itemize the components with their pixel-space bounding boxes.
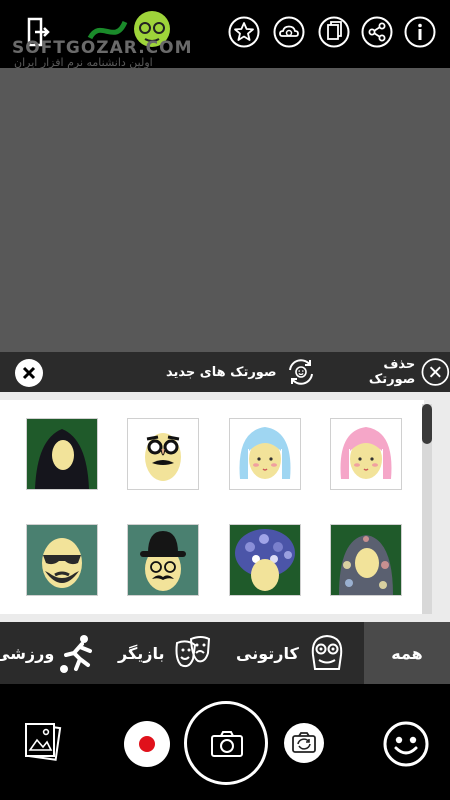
mask-bowler-hat[interactable] [127, 524, 199, 596]
sunglasses-beard-icon [27, 525, 97, 595]
remove-mask-label: حذف صورتک [368, 357, 416, 387]
bottom-controls [0, 684, 450, 800]
theater-masks-icon [175, 636, 210, 668]
flower-hair-icon [230, 525, 300, 595]
chador-face-icon [27, 419, 97, 489]
groucho-glasses-icon [128, 419, 198, 489]
top-bar: SOFTGOZAR.COM اولین دانشنامه نرم افزار ا… [0, 0, 450, 69]
capture-button[interactable] [184, 701, 268, 785]
mask-blue-hair[interactable] [229, 418, 301, 490]
category-sport-label: ورزشی [0, 643, 55, 663]
category-all-label: همه [391, 643, 423, 663]
mask-grid-panel [0, 392, 450, 622]
blue-hair-icon [230, 419, 300, 489]
gallery-icon[interactable] [22, 720, 64, 764]
bowler-hat-icon [128, 525, 198, 595]
floral-scarf-icon [331, 525, 401, 595]
remove-mask-button[interactable]: حذف صورتک [336, 356, 450, 388]
category-sport[interactable]: ورزشی [0, 622, 98, 684]
mask-groucho[interactable] [127, 418, 199, 490]
mask-sunglasses-beard[interactable] [26, 524, 98, 596]
info-icon[interactable] [404, 16, 436, 48]
camera-icon [211, 731, 243, 757]
refresh-face-icon [288, 359, 313, 385]
scrollbar-thumb[interactable] [422, 404, 432, 444]
record-button[interactable] [124, 721, 170, 767]
mask-floral-scarf[interactable] [330, 524, 402, 596]
category-all[interactable]: همه [364, 622, 450, 684]
mask-flower-hair[interactable] [229, 524, 301, 596]
pink-hair-icon [331, 419, 401, 489]
watermark: SOFTGOZAR.COM [12, 38, 193, 58]
store-icon[interactable] [318, 16, 350, 48]
mask-pink-hair[interactable] [330, 418, 402, 490]
mask-chador[interactable] [26, 418, 98, 490]
category-actor-label: بازیگر [118, 643, 165, 663]
logo-area: SOFTGOZAR.COM اولین دانشنامه نرم افزار ا… [0, 0, 230, 69]
mask-grid [0, 400, 424, 614]
new-masks-button[interactable]: صورتک های جدید [166, 356, 317, 388]
new-masks-label: صورتک های جدید [166, 364, 277, 380]
category-bar: ورزشی بازیگر کارتونی همه [0, 622, 450, 684]
camera-preview[interactable] [0, 68, 450, 352]
mask-bar: صورتک های جدید حذف صورتک [0, 352, 450, 392]
mask-grid-scrollbar[interactable] [422, 404, 432, 614]
category-cartoon-label: کارتونی [236, 643, 299, 663]
category-actor[interactable]: بازیگر [118, 622, 215, 684]
flip-camera-button[interactable] [284, 723, 324, 763]
face-masks-icon[interactable] [382, 720, 430, 768]
remove-circle-icon [421, 358, 450, 386]
cloud-icon[interactable] [273, 16, 305, 48]
share-icon[interactable] [361, 16, 393, 48]
star-icon[interactable] [228, 16, 260, 48]
record-dot-icon [139, 736, 155, 752]
close-icon [22, 366, 36, 380]
flip-camera-icon [292, 732, 316, 753]
category-cartoon[interactable]: کارتونی [236, 622, 349, 684]
close-masks-button[interactable] [15, 359, 43, 387]
cartoon-face-icon [311, 634, 342, 670]
soccer-player-icon [60, 635, 93, 673]
